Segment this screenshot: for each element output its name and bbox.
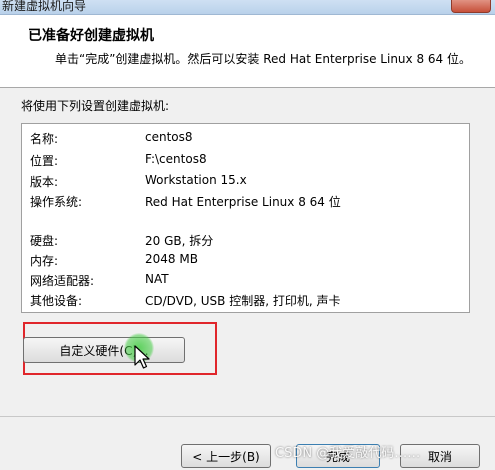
- summary-label: 版本:: [30, 175, 59, 189]
- customize-hardware-button[interactable]: 自定义硬件(C)...: [23, 337, 185, 363]
- summary-value: centos8: [145, 130, 193, 144]
- summary-value: CD/DVD, USB 控制器, 打印机, 声卡: [145, 294, 341, 308]
- cancel-button[interactable]: 取消: [400, 444, 480, 468]
- summary-label: 位置:: [30, 154, 59, 168]
- close-window-button[interactable]: [451, 0, 491, 13]
- summary-label: 操作系统:: [30, 195, 83, 209]
- page-title: 已准备好创建虚拟机: [28, 28, 154, 44]
- wizard-header: 已准备好创建虚拟机 单击“完成”创建虚拟机。然后可以安装 Red Hat Ent…: [0, 15, 495, 88]
- summary-label: 内存:: [30, 254, 59, 268]
- finish-button[interactable]: 完成: [296, 444, 380, 468]
- new-vm-wizard-window: 新建虚拟机向导 已准备好创建虚拟机 单击“完成”创建虚拟机。然后可以安装 Red…: [0, 0, 495, 470]
- settings-summary-box: 名称: centos8 位置: F:\centos8 版本: Workstati…: [21, 123, 470, 313]
- summary-label: 其他设备:: [30, 294, 83, 308]
- summary-value: F:\centos8: [145, 152, 207, 166]
- mouse-cursor-icon: [134, 345, 150, 369]
- summary-label: 网络适配器:: [30, 274, 95, 288]
- back-button[interactable]: < 上一步(B): [181, 444, 271, 468]
- summary-value: NAT: [145, 272, 169, 286]
- page-description: 单击“完成”创建虚拟机。然后可以安装 Red Hat Enterprise Li…: [55, 52, 471, 66]
- summary-label: 名称:: [30, 132, 59, 146]
- settings-intro-label: 将使用下列设置创建虚拟机:: [21, 99, 170, 113]
- summary-label: 硬盘:: [30, 234, 59, 248]
- summary-value: Red Hat Enterprise Linux 8 64 位: [145, 195, 341, 209]
- summary-value: Workstation 15.x: [145, 173, 247, 187]
- title-bar: 新建虚拟机向导: [0, 0, 495, 15]
- footer-divider: [0, 416, 495, 417]
- window-title: 新建虚拟机向导: [2, 0, 87, 13]
- summary-value: 2048 MB: [145, 252, 198, 266]
- summary-value: 20 GB, 拆分: [145, 234, 214, 248]
